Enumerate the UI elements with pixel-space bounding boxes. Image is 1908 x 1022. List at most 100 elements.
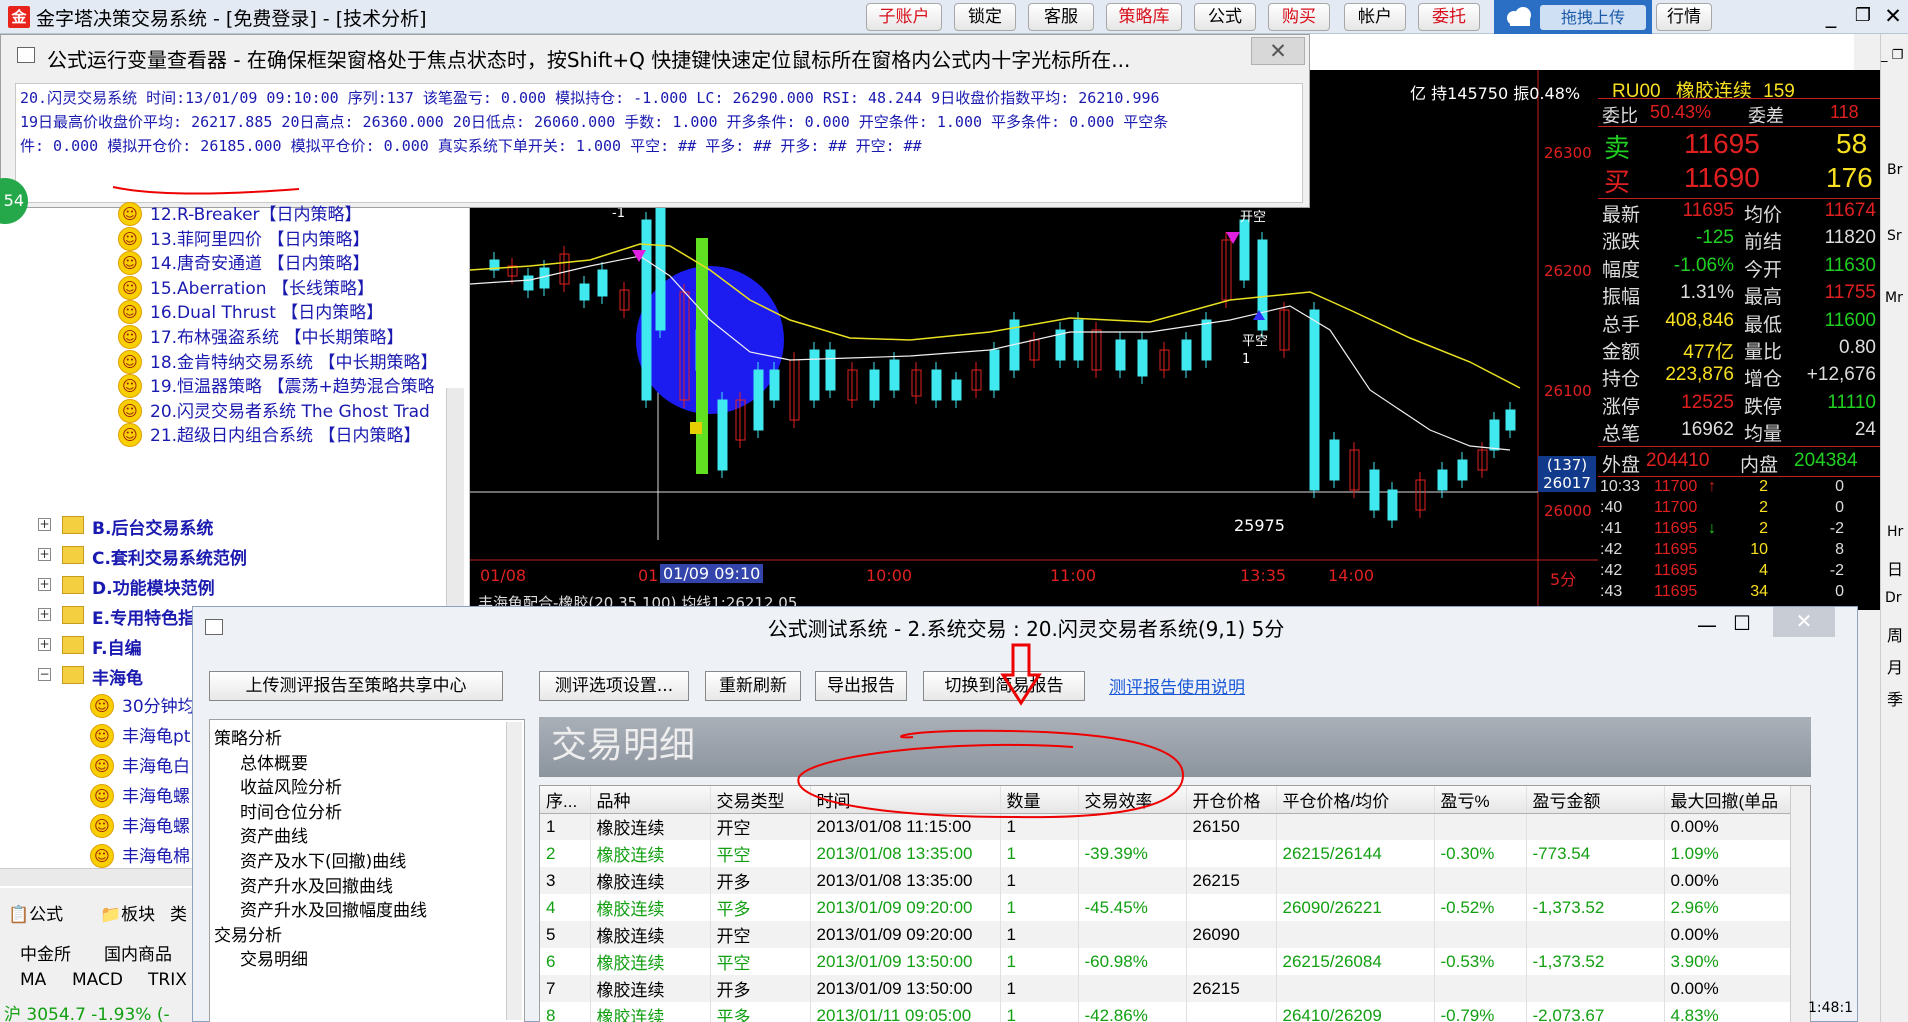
strategy-item[interactable]: 13.菲阿里四价 【日内策略】 — [150, 225, 369, 250]
expand-toggle[interactable]: − — [38, 668, 51, 681]
column-header[interactable]: 时间 — [810, 786, 1001, 814]
customer-service-button[interactable]: 客服 — [1028, 3, 1094, 31]
folder-item[interactable]: C.套利交易系统范例 — [92, 544, 247, 569]
column-header[interactable]: 数量 — [1000, 786, 1079, 814]
folder-item[interactable]: D.功能模块范例 — [92, 574, 215, 599]
table-row[interactable]: 4 橡胶连续 平多 2013/01/09 09:20:00 1 -45.45% 26090/… — [540, 894, 1797, 921]
table-row[interactable]: 6 橡胶连续 平空 2013/01/09 13:50:00 1 -60.98% 26215/… — [540, 948, 1797, 975]
report-help-link[interactable]: 测评报告使用说明 — [1109, 673, 1245, 698]
sub-account-button[interactable]: 子账户 — [866, 3, 942, 31]
expand-toggle[interactable]: + — [38, 578, 51, 591]
export-report-button[interactable]: 导出报告 — [815, 671, 907, 701]
strategy-item[interactable]: 丰海龟pt — [122, 722, 190, 747]
nav-item[interactable]: 资产升水及回撤幅度曲线 — [240, 896, 427, 921]
column-header[interactable]: 最大回撤(单品 — [1664, 786, 1797, 814]
close-icon[interactable]: ✕ — [1878, 2, 1908, 30]
period-quarter[interactable]: 季 — [1887, 686, 1903, 710]
table-row[interactable]: 8 橡胶连续 平多 2013/01/11 09:05:00 1 -42.86% 26410/… — [540, 1002, 1797, 1022]
indicator-trix[interactable]: TRIX — [148, 970, 187, 990]
nav-item[interactable]: 总体概要 — [240, 749, 308, 774]
table-scrollbar[interactable] — [1790, 786, 1810, 1022]
table-row[interactable]: 5 橡胶连续 开空 2013/01/09 09:20:00 1 26090 0.00% — [540, 921, 1797, 948]
column-header[interactable]: 品种 — [590, 786, 711, 814]
period-dr[interactable]: Dr — [1885, 590, 1902, 606]
period-mr[interactable]: Mr — [1885, 290, 1903, 306]
nav-item[interactable]: 策略分析 — [214, 724, 282, 749]
folder-item[interactable]: F.自编 — [92, 634, 142, 659]
table-row[interactable]: 2 橡胶连续 平空 2013/01/08 13:35:00 1 -39.39% 26215/… — [540, 840, 1797, 867]
market-button[interactable]: 行情 — [1656, 3, 1712, 31]
restore-icon[interactable]: ❐ — [1848, 2, 1878, 30]
indicator-ma[interactable]: MA — [20, 970, 46, 990]
strategy-item[interactable]: 19.恒温器策略 【震荡+趋势混合策略 — [150, 372, 435, 397]
strategy-item[interactable]: 21.超级日内组合系统 【日内策略】 — [150, 421, 420, 446]
strategy-item[interactable]: 14.唐奇安通道 【日内策略】 — [150, 249, 369, 274]
strategy-item[interactable]: 20.闪灵交易者系统 The Ghost Trad — [150, 397, 430, 422]
expand-toggle[interactable]: + — [38, 608, 51, 621]
strategy-item[interactable]: 丰海龟棉 — [122, 842, 190, 867]
close-icon[interactable]: ✕ — [1251, 37, 1305, 65]
table-row[interactable]: 3 橡胶连续 开多 2013/01/08 13:35:00 1 26215 0.00% — [540, 867, 1797, 894]
folder-item[interactable]: 丰海龟 — [92, 664, 143, 689]
formula-button[interactable]: 公式 — [1194, 3, 1256, 31]
strategy-item[interactable]: 12.R-Breaker【日内策略】 — [150, 200, 362, 225]
column-header[interactable]: 序... — [540, 786, 591, 814]
nav-item[interactable]: 资产曲线 — [240, 822, 308, 847]
indicator-macd[interactable]: MACD — [72, 970, 123, 990]
analysis-nav[interactable]: 策略分析 总体概要 收益风险分析 时间仓位分析 资产曲线 资产及水下(回撤)曲线 资产升水及… — [209, 719, 525, 1022]
upload-report-button[interactable]: 上传测评报告至策略共享中心 — [209, 671, 503, 701]
switch-simple-report-button[interactable]: 切换到简易报告 — [923, 671, 1085, 701]
period-month[interactable]: 月 — [1887, 654, 1903, 678]
expand-toggle[interactable]: + — [38, 548, 51, 561]
column-header[interactable]: 盈亏金额 — [1526, 786, 1665, 814]
market-domestic[interactable]: 国内商品 — [104, 940, 172, 965]
folder-item[interactable]: B.后台交易系统 — [92, 514, 213, 539]
strategy-item[interactable]: 30分钟均 — [122, 692, 195, 717]
period-sr[interactable]: Sr — [1887, 228, 1902, 244]
period-hr[interactable]: Hr — [1887, 524, 1903, 540]
minimize-icon[interactable]: _ — [1816, 2, 1846, 30]
strategy-item[interactable]: 18.金肯特纳交易系统 【中长期策略】 — [150, 348, 437, 373]
strategy-item[interactable]: 17.布林强盗系统 【中长期策略】 — [150, 323, 403, 348]
market-cffex[interactable]: 中金所 — [20, 940, 71, 965]
nav-item[interactable]: 交易明细 — [240, 945, 308, 970]
tree-h-scrollbar[interactable] — [0, 868, 192, 886]
tab-sector[interactable]: 📁板块 — [100, 900, 155, 925]
expand-toggle[interactable]: + — [38, 638, 51, 651]
cloud-upload-button[interactable]: 拖拽上传 — [1494, 0, 1652, 34]
table-row[interactable]: 1 橡胶连续 开空 2013/01/08 11:15:00 1 26150 0.00% — [540, 813, 1797, 840]
minimize-icon[interactable]: — — [1697, 613, 1717, 637]
expand-toggle[interactable]: + — [38, 518, 51, 531]
strategy-item[interactable]: 丰海龟白 — [122, 752, 190, 777]
column-header[interactable]: 交易效率 — [1078, 786, 1187, 814]
nav-scrollbar[interactable] — [506, 722, 522, 1020]
maximize-icon[interactable]: ☐ — [1733, 611, 1751, 635]
tab-formula[interactable]: 📋公式 — [8, 900, 63, 925]
column-header[interactable]: 盈亏% — [1434, 786, 1527, 814]
nav-item[interactable]: 资产升水及回撤曲线 — [240, 872, 393, 897]
column-header[interactable]: 平仓价格/均价 — [1276, 786, 1435, 814]
nav-item[interactable]: 资产及水下(回撤)曲线 — [240, 847, 406, 872]
entrust-button[interactable]: 委托 — [1418, 3, 1480, 31]
lock-button[interactable]: 锁定 — [954, 3, 1016, 31]
nav-item[interactable]: 时间仓位分析 — [240, 798, 342, 823]
account-button[interactable]: 帐户 — [1344, 3, 1406, 31]
strategy-item[interactable]: 16.Dual Thrust 【日内策略】 — [150, 298, 383, 323]
test-options-button[interactable]: 测评选项设置... — [539, 671, 689, 701]
strategy-item[interactable]: 15.Aberration 【长线策略】 — [150, 274, 374, 299]
strategy-item[interactable]: 丰海龟螺 — [122, 782, 190, 807]
period-br[interactable]: Br — [1887, 162, 1902, 178]
period-day[interactable]: 日 — [1887, 556, 1903, 580]
strategy-library-button[interactable]: 策略库 — [1106, 3, 1182, 31]
strategy-item[interactable]: 丰海龟螺 — [122, 812, 190, 837]
nav-item[interactable]: 交易分析 — [214, 921, 282, 946]
refresh-button[interactable]: 重新刷新 — [705, 671, 801, 701]
tab-class[interactable]: 类 — [170, 900, 187, 925]
panel-controls[interactable]: _ ❐ — [1881, 48, 1903, 63]
purchase-button[interactable]: 购买 — [1268, 3, 1330, 31]
nav-item[interactable]: 收益风险分析 — [240, 773, 342, 798]
column-header[interactable]: 开仓价格 — [1186, 786, 1277, 814]
close-icon[interactable]: ✕ — [1773, 607, 1835, 637]
column-header[interactable]: 交易类型 — [710, 786, 811, 814]
period-week[interactable]: 周 — [1887, 622, 1903, 646]
